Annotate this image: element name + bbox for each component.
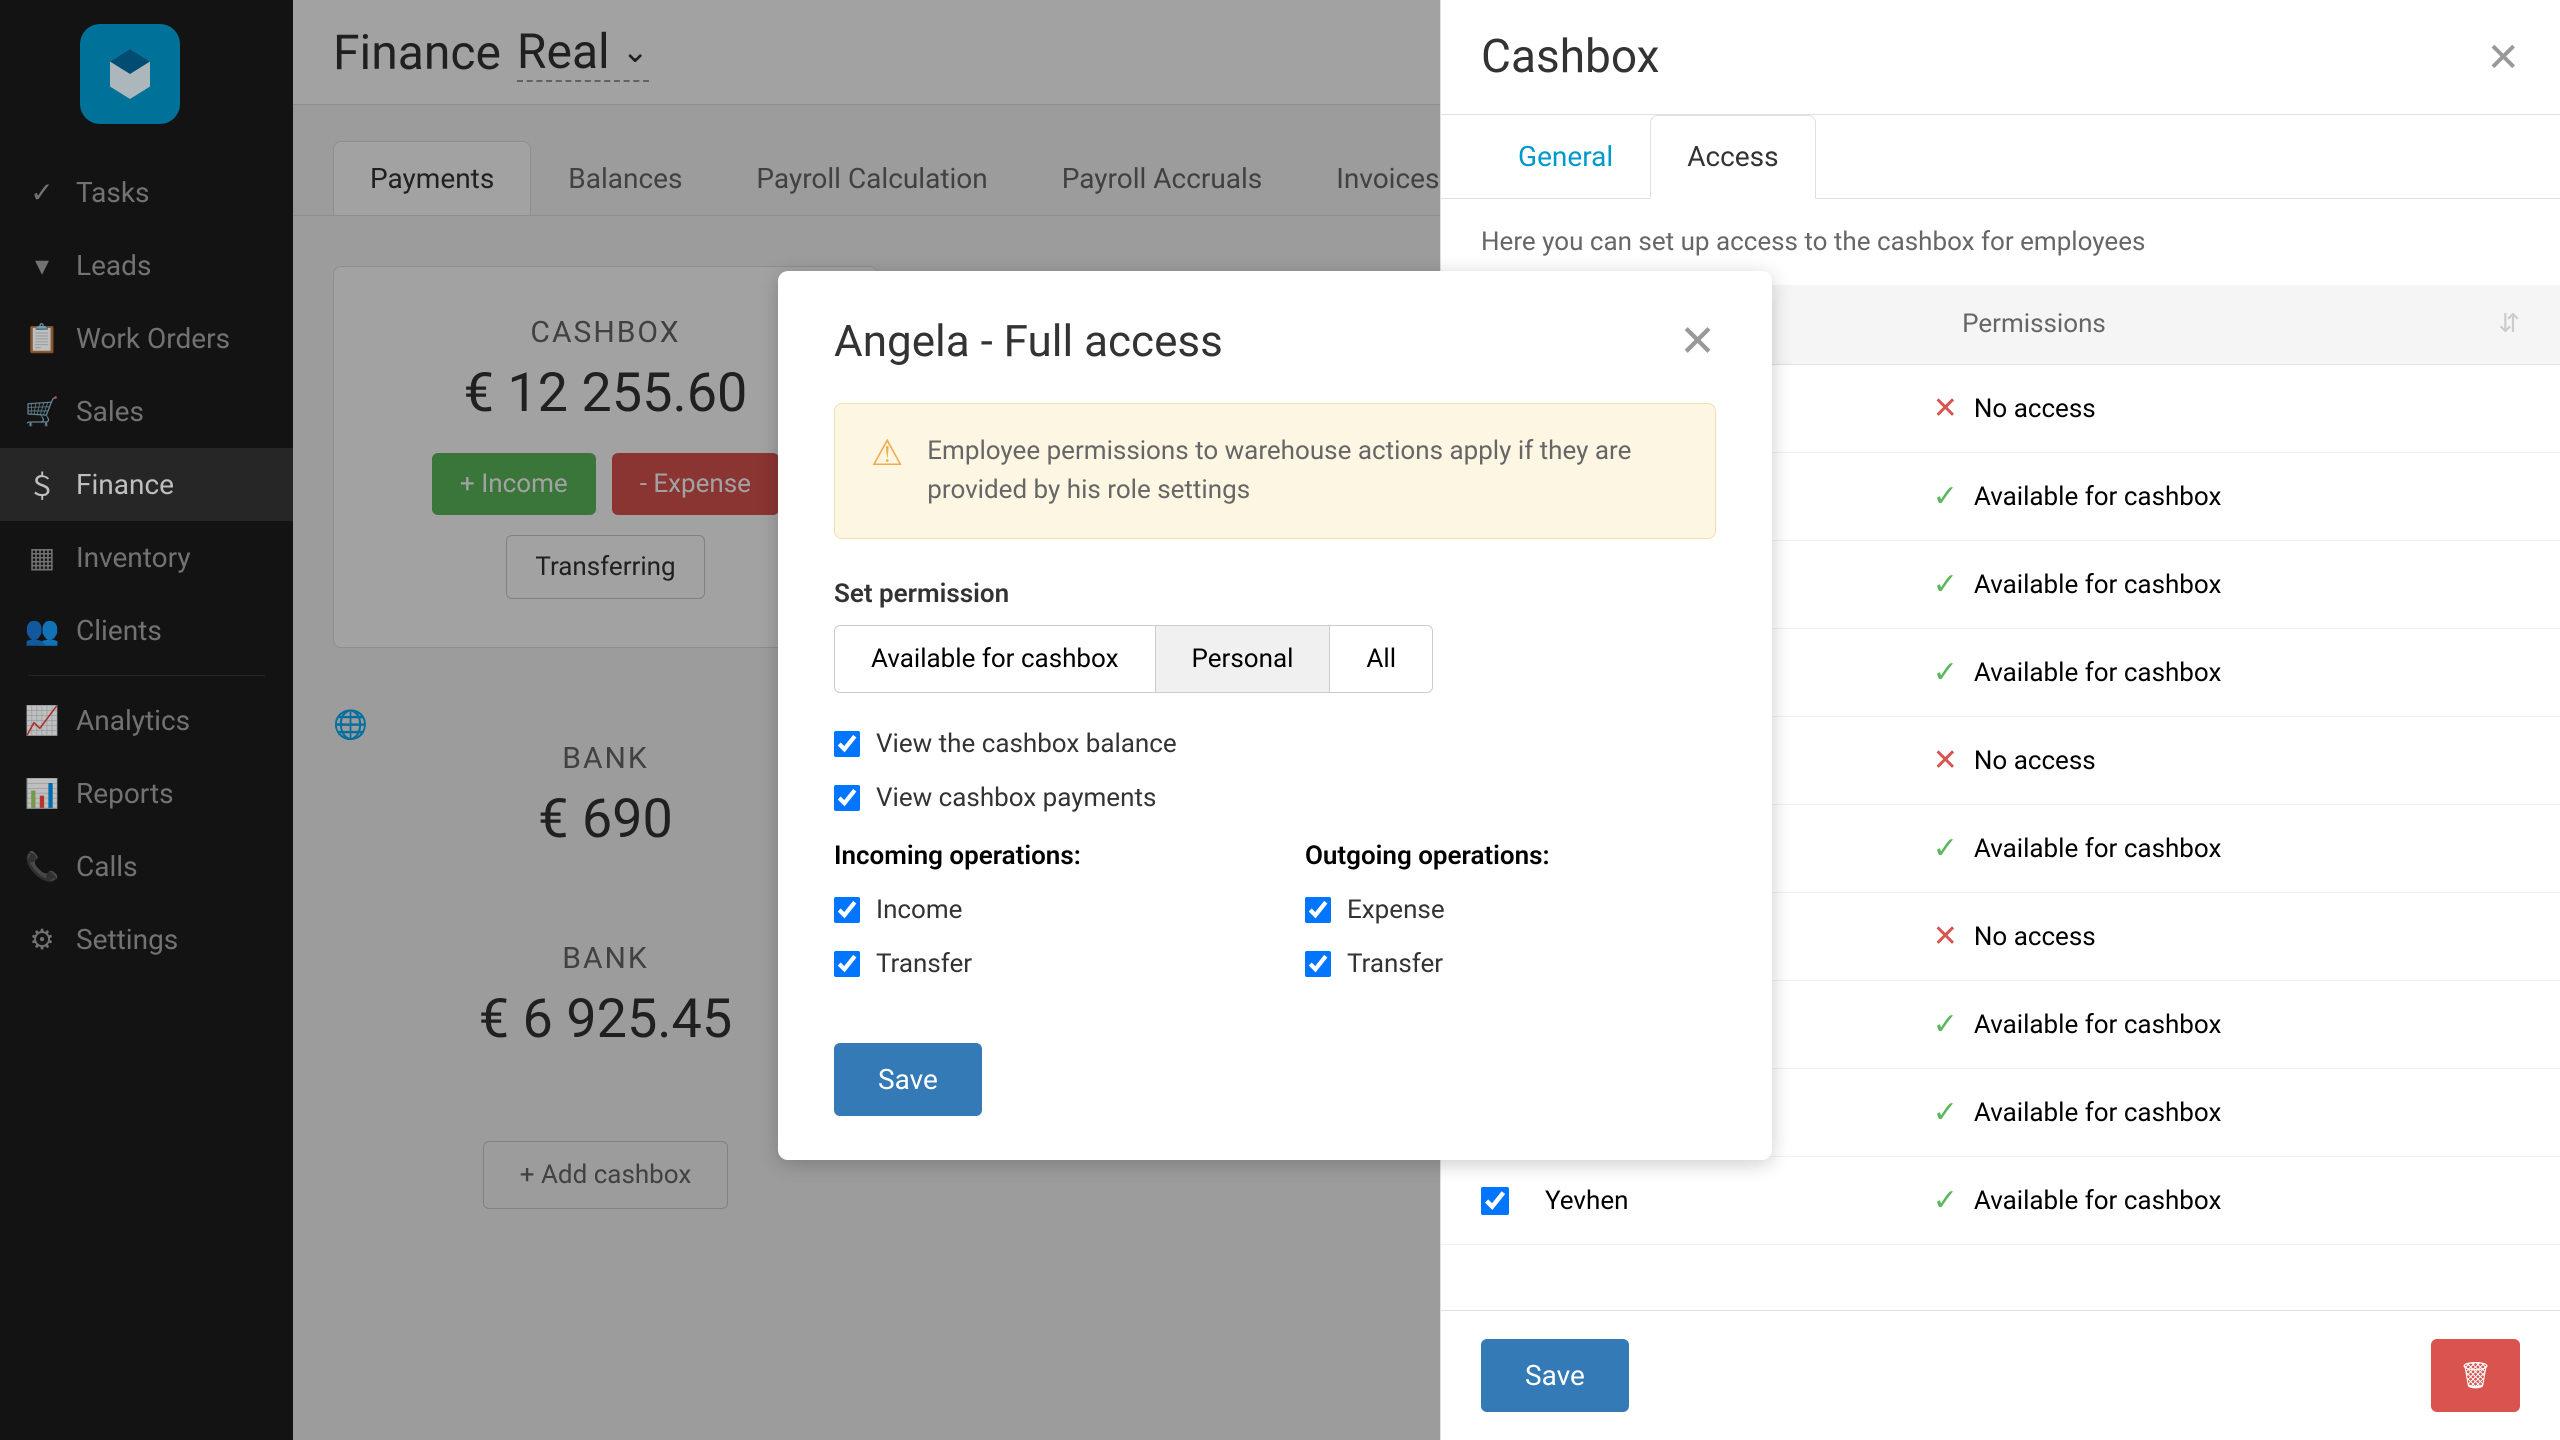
check-icon: ✓: [1933, 831, 1958, 866]
perm-row-label: Available for cashbox: [1974, 834, 2222, 864]
modal-close-button[interactable]: ✕: [1679, 315, 1716, 367]
perm-row-label: Available for cashbox: [1974, 1098, 2222, 1128]
perm-row-label: Available for cashbox: [1974, 658, 2222, 688]
checkbox-income[interactable]: Income: [834, 895, 1245, 925]
perm-row[interactable]: Yevhen ✓ Available for cashbox: [1441, 1157, 2560, 1245]
perm-row-label: Available for cashbox: [1974, 570, 2222, 600]
panel-title: Cashbox: [1481, 30, 1659, 84]
check-icon: ✓: [1933, 1095, 1958, 1130]
modal-title: Angela - Full access: [834, 315, 1223, 367]
check-icon: ✓: [1933, 479, 1958, 514]
modal-save-button[interactable]: Save: [834, 1043, 982, 1116]
checkbox-view-payments[interactable]: View cashbox payments: [834, 783, 1716, 813]
check-icon: ✓: [1933, 655, 1958, 690]
outgoing-header: Outgoing operations:: [1305, 841, 1716, 871]
checkbox-expense[interactable]: Expense: [1305, 895, 1716, 925]
cross-icon: ✕: [1933, 391, 1958, 426]
sort-icon[interactable]: ⇵: [2498, 309, 2520, 339]
check-icon: ✓: [1933, 1007, 1958, 1042]
perm-option-available[interactable]: Available for cashbox: [834, 625, 1156, 693]
check-icon: ✓: [1933, 1183, 1958, 1218]
permission-btn-group: Available for cashbox Personal All: [834, 625, 1716, 693]
perm-option-all[interactable]: All: [1330, 625, 1433, 693]
panel-tab-access[interactable]: Access: [1650, 115, 1815, 199]
perm-row-label: No access: [1974, 746, 2096, 776]
panel-tab-general[interactable]: General: [1481, 115, 1650, 198]
perm-row-label: No access: [1974, 922, 2096, 952]
trash-icon: 🗑: [2459, 1361, 2492, 1391]
panel-save-button[interactable]: Save: [1481, 1339, 1629, 1412]
checkbox-incoming-transfer[interactable]: Transfer: [834, 949, 1245, 979]
incoming-header: Incoming operations:: [834, 841, 1245, 871]
warning-icon: ⚠: [871, 432, 903, 474]
set-permission-label: Set permission: [834, 579, 1716, 609]
cross-icon: ✕: [1933, 919, 1958, 954]
perm-option-personal[interactable]: Personal: [1156, 625, 1331, 693]
checkbox-outgoing-transfer[interactable]: Transfer: [1305, 949, 1716, 979]
perm-row-name: Yevhen: [1545, 1186, 1628, 1216]
cross-icon: ✕: [1933, 743, 1958, 778]
panel-delete-button[interactable]: 🗑: [2431, 1339, 2520, 1412]
perm-row-label: Available for cashbox: [1974, 1010, 2222, 1040]
check-icon: ✓: [1933, 567, 1958, 602]
perm-row-label: Available for cashbox: [1974, 1186, 2222, 1216]
perm-row-checkbox[interactable]: [1481, 1187, 1509, 1215]
checkbox-view-balance[interactable]: View the cashbox balance: [834, 729, 1716, 759]
warning-box: ⚠ Employee permissions to warehouse acti…: [834, 403, 1716, 539]
panel-close-button[interactable]: ✕: [2486, 34, 2520, 81]
permission-modal: Angela - Full access ✕ ⚠ Employee permis…: [778, 271, 1772, 1160]
perm-row-label: No access: [1974, 394, 2096, 424]
perm-row-label: Available for cashbox: [1974, 482, 2222, 512]
